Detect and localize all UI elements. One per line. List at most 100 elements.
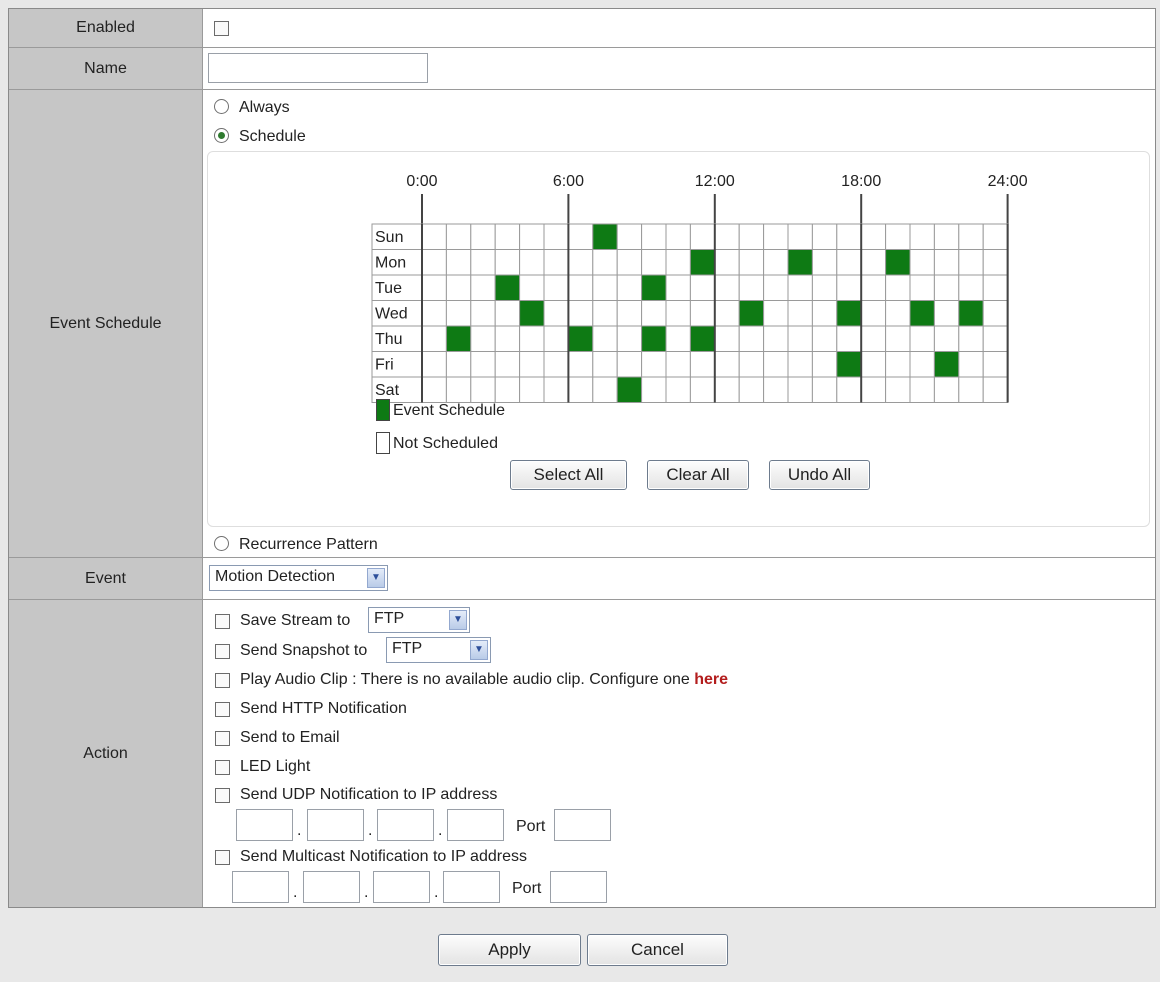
schedule-cell[interactable] [567, 274, 594, 301]
schedule-cell[interactable] [592, 223, 618, 250]
schedule-cell[interactable] [982, 300, 1009, 327]
schedule-cell[interactable] [470, 249, 496, 276]
schedule-cell[interactable] [641, 249, 667, 276]
schedule-cell[interactable] [787, 300, 813, 327]
schedule-cell[interactable] [592, 249, 618, 276]
send-snapshot-target-select[interactable]: FTP ▼ [386, 637, 491, 663]
chevron-down-icon[interactable]: ▼ [470, 640, 488, 660]
schedule-cell[interactable] [421, 376, 447, 403]
schedule-cell[interactable] [933, 223, 960, 250]
udp-port-input[interactable] [554, 809, 611, 841]
schedule-cell[interactable] [519, 325, 545, 352]
schedule-cell[interactable] [519, 249, 545, 276]
schedule-cell[interactable] [470, 300, 496, 327]
schedule-cell[interactable] [836, 300, 862, 327]
schedule-cell[interactable] [616, 223, 643, 250]
always-radio[interactable] [214, 99, 229, 114]
schedule-cell[interactable] [958, 274, 984, 301]
play-audio-checkbox[interactable] [215, 673, 230, 688]
multicast-port-input[interactable] [550, 871, 607, 903]
schedule-cell[interactable] [714, 376, 740, 403]
schedule-cell[interactable] [543, 325, 569, 352]
name-input[interactable] [208, 53, 428, 83]
schedule-cell[interactable] [616, 300, 643, 327]
schedule-cell[interactable] [470, 376, 496, 403]
schedule-cell[interactable] [714, 351, 740, 378]
schedule-cell[interactable] [592, 274, 618, 301]
schedule-cell[interactable] [641, 300, 667, 327]
schedule-cell[interactable] [787, 376, 813, 403]
schedule-cell[interactable] [811, 223, 838, 250]
schedule-cell[interactable] [909, 300, 935, 327]
schedule-cell[interactable] [933, 274, 960, 301]
schedule-cell[interactable] [860, 274, 887, 301]
schedule-cell[interactable] [836, 351, 862, 378]
save-stream-checkbox[interactable] [215, 614, 230, 629]
schedule-cell[interactable] [641, 376, 667, 403]
chevron-down-icon[interactable]: ▼ [449, 610, 467, 630]
schedule-cell[interactable] [787, 274, 813, 301]
undo-all-button[interactable]: Undo All [769, 460, 870, 490]
schedule-cell[interactable] [470, 274, 496, 301]
schedule-cell[interactable] [860, 300, 887, 327]
schedule-cell[interactable] [933, 376, 960, 403]
schedule-cell[interactable] [958, 249, 984, 276]
schedule-cell[interactable] [836, 274, 862, 301]
send-multicast-checkbox[interactable] [215, 850, 230, 865]
schedule-cell[interactable] [592, 376, 618, 403]
schedule-cell[interactable] [641, 274, 667, 301]
schedule-cell[interactable] [470, 351, 496, 378]
schedule-cell[interactable] [811, 376, 838, 403]
schedule-cell[interactable] [494, 223, 521, 250]
schedule-cell[interactable] [445, 274, 472, 301]
schedule-cell[interactable] [738, 223, 765, 250]
schedule-cell[interactable] [738, 300, 765, 327]
schedule-cell[interactable] [567, 351, 594, 378]
schedule-cell[interactable] [445, 376, 472, 403]
schedule-cell[interactable] [738, 325, 765, 352]
schedule-cell[interactable] [738, 351, 765, 378]
schedule-cell[interactable] [616, 249, 643, 276]
schedule-cell[interactable] [836, 325, 862, 352]
schedule-cell[interactable] [885, 223, 911, 250]
schedule-cell[interactable] [567, 249, 594, 276]
schedule-cell[interactable] [836, 249, 862, 276]
schedule-cell[interactable] [519, 274, 545, 301]
schedule-cell[interactable] [836, 376, 862, 403]
schedule-radio[interactable] [214, 128, 229, 143]
schedule-cell[interactable] [567, 376, 594, 403]
recurrence-radio[interactable] [214, 536, 229, 551]
schedule-cell[interactable] [811, 325, 838, 352]
schedule-cell[interactable] [885, 249, 911, 276]
schedule-cell[interactable] [567, 300, 594, 327]
schedule-cell[interactable] [665, 223, 691, 250]
apply-button[interactable]: Apply [438, 934, 581, 966]
configure-audio-link[interactable]: here [694, 671, 728, 688]
send-snapshot-checkbox[interactable] [215, 644, 230, 659]
schedule-cell[interactable] [592, 351, 618, 378]
schedule-cell[interactable] [738, 376, 765, 403]
schedule-cell[interactable] [519, 351, 545, 378]
multicast-ip-octet-1[interactable] [232, 871, 289, 903]
schedule-cell[interactable] [567, 325, 594, 352]
schedule-cell[interactable] [787, 325, 813, 352]
led-light-checkbox[interactable] [215, 760, 230, 775]
schedule-cell[interactable] [714, 274, 740, 301]
schedule-cell[interactable] [665, 325, 691, 352]
schedule-cell[interactable] [738, 249, 765, 276]
schedule-cell[interactable] [665, 351, 691, 378]
schedule-cell[interactable] [787, 249, 813, 276]
enabled-checkbox[interactable] [214, 21, 229, 36]
schedule-cell[interactable] [787, 223, 813, 250]
schedule-cell[interactable] [860, 223, 887, 250]
schedule-cell[interactable] [494, 351, 521, 378]
schedule-cell[interactable] [592, 300, 618, 327]
schedule-cell[interactable] [982, 325, 1009, 352]
schedule-cell[interactable] [787, 351, 813, 378]
schedule-cell[interactable] [714, 249, 740, 276]
schedule-cell[interactable] [543, 376, 569, 403]
save-stream-target-select[interactable]: FTP ▼ [368, 607, 470, 633]
schedule-cell[interactable] [958, 351, 984, 378]
schedule-cell[interactable] [494, 274, 521, 301]
schedule-cell[interactable] [982, 274, 1009, 301]
